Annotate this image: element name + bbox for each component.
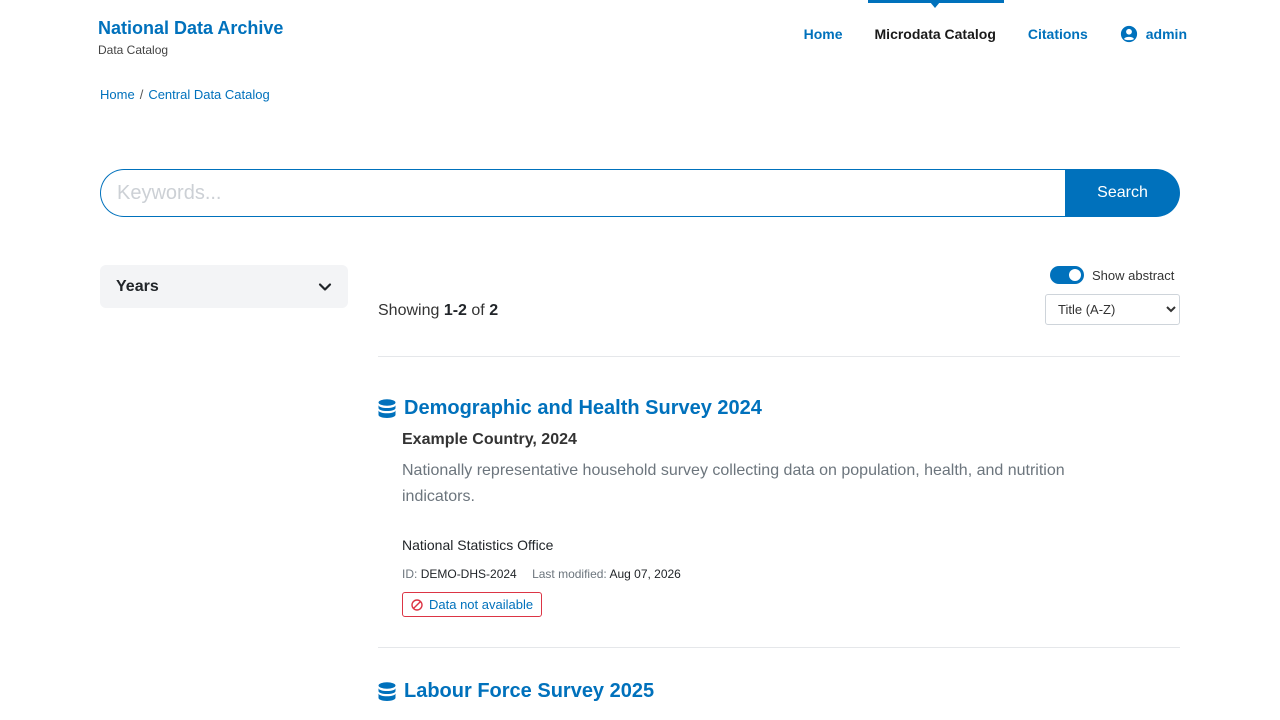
data-availability-label: Data not available: [429, 597, 534, 612]
nav-microdata-catalog[interactable]: Microdata Catalog: [867, 0, 1005, 68]
search-input[interactable]: [100, 169, 1065, 217]
nav-citations[interactable]: Citations: [1028, 0, 1088, 68]
brand[interactable]: National Data Archive Data Catalog: [98, 17, 283, 57]
main-nav: Home Microdata Catalog Citations admin: [772, 0, 1187, 68]
result-header: Labour Force Survey 2025: [378, 680, 1180, 703]
result-modified-value: Aug 07, 2026: [609, 567, 681, 581]
divider: [378, 356, 1180, 357]
result-meta: ID: DEMO-DHS-2024 Last modified: Aug 07,…: [402, 567, 1180, 581]
breadcrumb-current[interactable]: Central Data Catalog: [148, 87, 269, 102]
user-circle-icon: [1120, 25, 1137, 43]
showing-prefix: Showing: [378, 302, 440, 319]
database-icon: [378, 398, 396, 418]
result-item: Demographic and Health Survey 2024 Examp…: [378, 397, 1180, 617]
result-country-year: Example Country, 2024: [402, 431, 577, 448]
showing-range: 1-2: [443, 302, 467, 319]
nav-home[interactable]: Home: [804, 0, 843, 68]
sort-select[interactable]: Title (A-Z): [1045, 294, 1180, 325]
user-name: admin: [1145, 26, 1187, 42]
result-id-label: ID:: [402, 567, 418, 581]
database-icon: [378, 681, 396, 701]
result-modified-label: Last modified:: [532, 567, 607, 581]
search-bar: Search: [100, 169, 1180, 217]
show-abstract-toggle[interactable]: [1050, 266, 1084, 284]
result-header: Demographic and Health Survey 2024: [378, 397, 1180, 420]
divider: [378, 647, 1180, 648]
breadcrumb-home[interactable]: Home: [100, 87, 135, 102]
ban-icon: [411, 598, 423, 611]
facet-years-label: Years: [116, 277, 159, 295]
result-id-value: DEMO-DHS-2024: [420, 567, 517, 581]
result-title[interactable]: Demographic and Health Survey 2024: [404, 397, 762, 420]
showing-total: 2: [489, 302, 499, 319]
showing-of: of: [471, 302, 485, 319]
breadcrumb: Home / Central Data Catalog: [100, 87, 270, 102]
user-menu[interactable]: admin: [1120, 0, 1187, 68]
brand-subtitle: Data Catalog: [98, 43, 169, 57]
result-title[interactable]: Labour Force Survey 2025: [404, 680, 654, 703]
data-availability-badge[interactable]: Data not available: [402, 592, 543, 617]
search-button[interactable]: Search: [1065, 169, 1180, 217]
chevron-down-icon: [318, 282, 332, 291]
result-abstract: Nationally representative household surv…: [402, 462, 1065, 505]
result-organization: National Statistics Office: [402, 537, 554, 553]
show-abstract-label: Show abstract: [1092, 267, 1175, 283]
show-abstract-control: Show abstract: [1050, 266, 1174, 284]
facet-years[interactable]: Years: [100, 265, 348, 308]
breadcrumb-separator: /: [139, 87, 144, 102]
results-count: Showing 1-2 of 2: [378, 302, 498, 320]
brand-title[interactable]: National Data Archive: [98, 17, 283, 39]
result-item: Labour Force Survey 2025: [378, 680, 1180, 703]
